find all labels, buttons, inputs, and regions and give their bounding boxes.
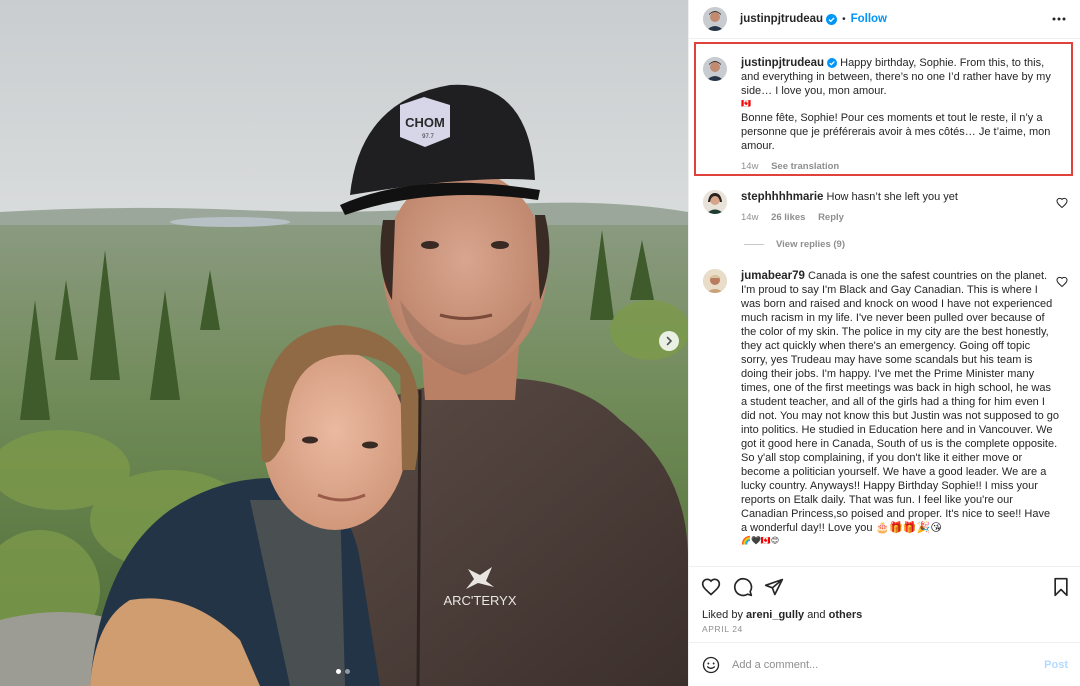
comment-text: Canada is one the safest countries on th… — [741, 270, 1059, 534]
comment-body: stephhhhmarie How hasn’t she left you ye… — [741, 190, 1041, 225]
liked-by-others[interactable]: others — [829, 609, 863, 621]
comment-likes[interactable]: 26 likes — [771, 212, 805, 223]
liked-by-user[interactable]: areni_gully — [746, 609, 804, 621]
caption-english: justinpjtrudeau Happy birthday, Sophie. … — [741, 56, 1059, 98]
liked-by-prefix: Liked by — [702, 609, 743, 621]
view-replies-label: View replies (9) — [776, 239, 845, 250]
carousel-indicator — [336, 669, 350, 674]
post-caption: justinpjtrudeau Happy birthday, Sophie. … — [703, 56, 1063, 174]
caption-body: justinpjtrudeau Happy birthday, Sophie. … — [741, 56, 1059, 174]
post-header: justinpjtrudeau • Follow — [689, 0, 1080, 38]
verified-badge-icon — [827, 58, 838, 68]
heart-icon — [701, 578, 721, 596]
follow-button[interactable]: Follow — [851, 13, 887, 25]
post-comment-button[interactable]: Post — [1044, 659, 1068, 671]
bookmark-icon — [1054, 577, 1068, 597]
caption-text-fr: Bonne fête, Sophie! Pour ces moments et … — [741, 112, 1051, 152]
share-button[interactable] — [764, 577, 784, 597]
comment-avatar[interactable] — [703, 269, 727, 293]
comment-avatar[interactable] — [703, 190, 727, 214]
view-replies-line — [744, 244, 764, 245]
like-button[interactable] — [701, 577, 721, 597]
liked-by-line: Liked by areni_gully and others — [702, 609, 862, 621]
avatar-image — [703, 190, 727, 214]
comment-button[interactable] — [733, 577, 753, 597]
post-photo[interactable]: CHOM 97.7 ARC'TERYX — [0, 0, 688, 686]
avatar-image — [703, 57, 727, 81]
comment-body: jumabear79 Canada is one the safest coun… — [741, 269, 1059, 547]
post-side-panel: justinpjtrudeau • Follow justinpjtrudeau… — [688, 0, 1080, 686]
comment-age[interactable]: 14w — [741, 212, 758, 223]
comment-like-heart-icon[interactable] — [1056, 197, 1068, 209]
caption-meta: 14w See translation — [741, 160, 1059, 174]
carousel-next-button[interactable] — [659, 331, 679, 351]
comment-like-heart-icon[interactable] — [1056, 276, 1068, 288]
cap-patch-subtext: 97.7 — [422, 134, 434, 140]
avatar-image — [703, 7, 727, 31]
comment-username[interactable]: jumabear79 — [741, 270, 805, 282]
caption-author-avatar[interactable] — [703, 57, 727, 81]
comment-text: How hasn’t she left you yet — [826, 191, 958, 203]
comment-meta: 14w 26 likes Reply — [741, 211, 1041, 225]
avatar-image — [703, 269, 727, 293]
more-options-button[interactable] — [1051, 11, 1067, 27]
post-date[interactable]: APRIL 24 — [702, 624, 743, 634]
canada-flag-emoji: 🇨🇦 — [741, 99, 751, 108]
header-username[interactable]: justinpjtrudeau — [740, 13, 823, 25]
verified-badge-icon — [826, 13, 838, 25]
reply-button[interactable]: Reply — [818, 212, 844, 223]
header-divider — [689, 38, 1080, 39]
chevron-right-icon — [666, 336, 673, 346]
comment-bubble-icon — [733, 577, 753, 597]
comment-item: stephhhhmarie How hasn’t she left you ye… — [703, 190, 1073, 225]
caption-username[interactable]: justinpjtrudeau — [741, 57, 824, 69]
header-separator: • — [842, 13, 846, 25]
cap-patch-text: CHOM — [405, 115, 445, 130]
comment-item: jumabear79 Canada is one the safest coun… — [703, 269, 1073, 547]
more-options-icon — [1052, 17, 1066, 21]
post-actions-bar — [689, 566, 1080, 606]
jacket-brand-text: ARC'TERYX — [443, 593, 516, 608]
paper-plane-icon — [764, 578, 784, 596]
save-button[interactable] — [1051, 577, 1071, 597]
smiley-face-icon[interactable] — [702, 656, 720, 674]
carousel-dot-active — [336, 669, 341, 674]
author-avatar[interactable] — [703, 7, 727, 31]
post-image: CHOM 97.7 ARC'TERYX — [0, 0, 688, 686]
view-replies-button[interactable]: View replies (9) — [744, 239, 845, 250]
carousel-dot — [345, 669, 350, 674]
see-translation-button[interactable]: See translation — [771, 161, 839, 172]
comment-emoji-line: 🌈🖤🇨🇦😊 — [741, 536, 780, 545]
add-comment-input[interactable] — [732, 658, 1032, 671]
liked-by-joiner: and — [807, 609, 826, 621]
add-comment-bar: Post — [689, 642, 1080, 686]
caption-age[interactable]: 14w — [741, 161, 758, 172]
comment-username[interactable]: stephhhhmarie — [741, 191, 823, 203]
